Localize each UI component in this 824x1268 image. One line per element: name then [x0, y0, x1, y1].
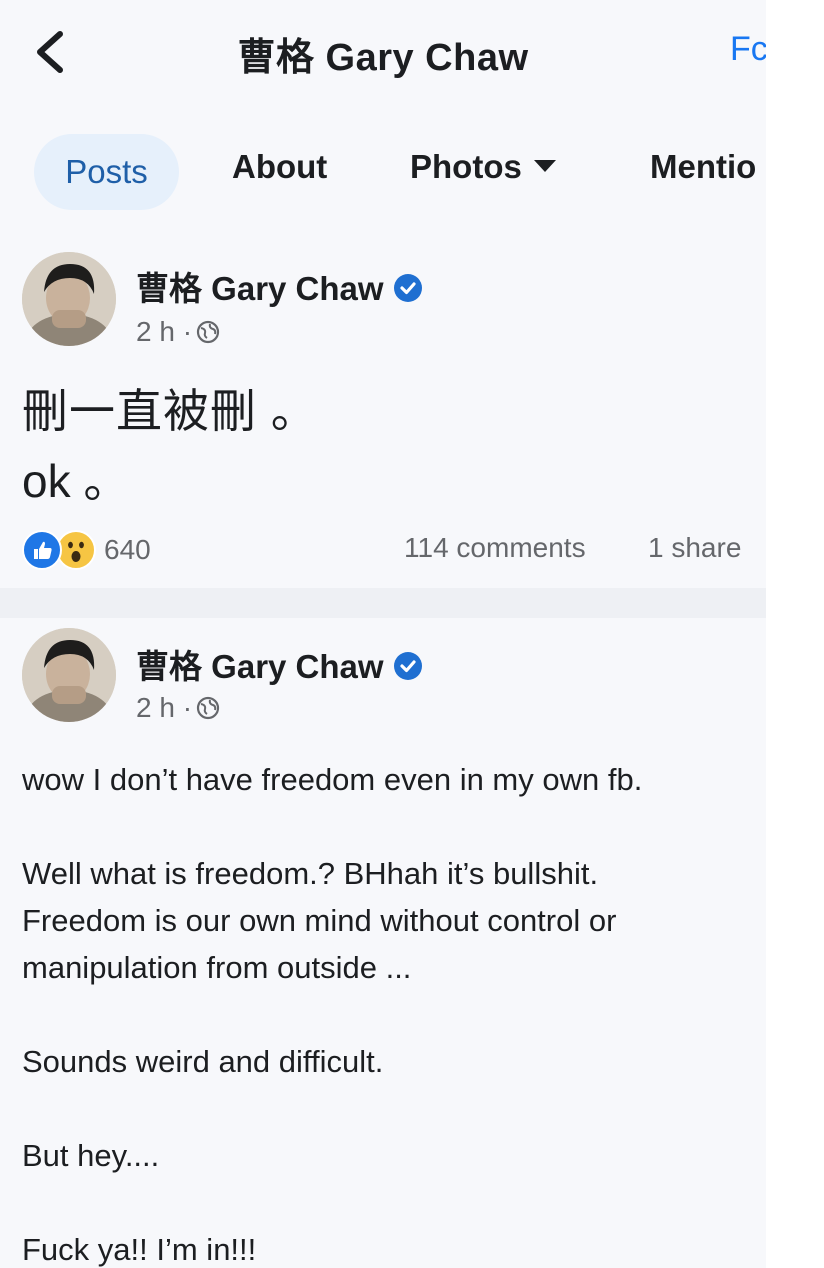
wow-icon	[56, 530, 96, 570]
post-meta: 2 h ·	[136, 692, 220, 724]
globe-icon	[196, 320, 220, 344]
post-paragraph: Fuck ya!! I’m in!!!	[22, 1232, 257, 1267]
post-meta: 2 h ·	[136, 316, 220, 348]
post-divider	[0, 588, 766, 618]
tab-about[interactable]: About	[232, 148, 327, 186]
post-author-name: 曹格 Gary Chaw	[136, 648, 384, 685]
post-card: 曹格 Gary Chaw 2 h · wow I don’t have free…	[0, 618, 766, 1268]
like-icon	[22, 530, 62, 570]
verified-badge-icon	[393, 274, 422, 303]
screenshot-margin	[766, 0, 824, 1268]
reaction-count: 640	[104, 534, 151, 565]
avatar[interactable]	[22, 252, 116, 346]
page-title: 曹格 Gary Chaw	[237, 37, 529, 79]
avatar-photo	[22, 252, 116, 346]
tab-posts[interactable]: Posts	[34, 134, 179, 210]
shares-count[interactable]: 1 share	[648, 532, 741, 564]
post-author-name: 曹格 Gary Chaw	[136, 270, 384, 307]
post-paragraph: But hey....	[22, 1138, 160, 1173]
facebook-page-screen: 曹格 Gary Chaw Fc Posts About Photos Menti…	[0, 0, 766, 1268]
profile-tabs: Posts About Photos Mentio	[0, 130, 766, 220]
post-body: wow I don’t have freedom even in my own …	[22, 756, 752, 1268]
avatar[interactable]	[22, 628, 116, 722]
post-time[interactable]: 2 h ·	[136, 316, 192, 347]
follow-button[interactable]: Fc	[730, 30, 766, 69]
avatar-photo	[22, 628, 116, 722]
post-text: ok 。	[22, 455, 130, 507]
post-text: 刪一直被刪 。	[22, 385, 318, 437]
verified-badge-icon	[393, 652, 422, 681]
tab-photos[interactable]: Photos	[410, 148, 556, 186]
caret-down-icon	[533, 160, 556, 173]
globe-icon	[196, 696, 220, 720]
post-author[interactable]: 曹格 Gary Chaw	[136, 262, 422, 310]
post-paragraph: manipulation from outside ...	[22, 950, 412, 985]
tab-photos-label: Photos	[410, 148, 522, 185]
post-paragraph: Freedom is our own mind without control …	[22, 903, 617, 938]
post-time[interactable]: 2 h ·	[136, 692, 192, 723]
comments-count[interactable]: 114 comments	[404, 532, 586, 564]
tab-mentions[interactable]: Mentio	[650, 148, 766, 186]
post-paragraph: Sounds weird and difficult.	[22, 1044, 384, 1079]
post-paragraph: Well what is freedom.? BHhah it’s bullsh…	[22, 856, 599, 891]
post-paragraph: wow I don’t have freedom even in my own …	[22, 762, 643, 797]
post-author[interactable]: 曹格 Gary Chaw	[136, 640, 422, 688]
top-bar: 曹格 Gary Chaw Fc	[0, 0, 766, 110]
post-card: 曹格 Gary Chaw 2 h · 刪一直被刪 。 ok 。 640 114 …	[0, 240, 766, 588]
reactions-summary[interactable]: 640	[22, 530, 151, 570]
